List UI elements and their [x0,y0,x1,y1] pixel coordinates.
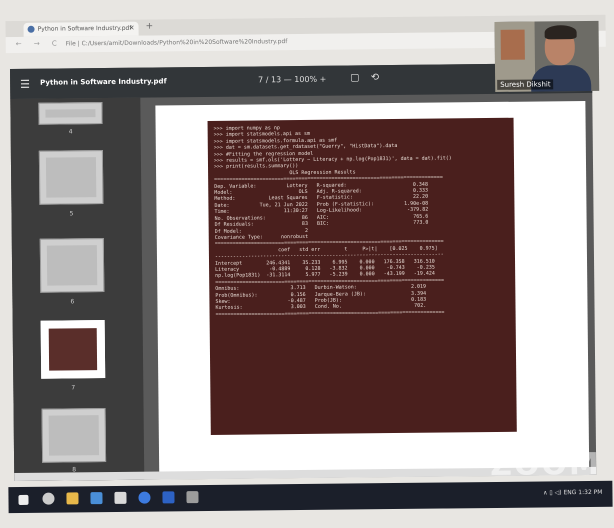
new-tab-button[interactable]: + [145,22,153,32]
zoom-watermark: ZOOM [489,446,601,484]
background-shelf [500,29,525,60]
thumbnail-number: 4 [68,128,73,136]
thumbnail-sidebar: 4 5 6 7 8 [10,97,145,482]
pdf-tab-icon [27,25,35,33]
person-hair [544,25,577,40]
system-tray[interactable]: ∧ ▯ ◁) ENG 1:32 PM [543,489,602,497]
windows-start-icon[interactable] [18,494,29,505]
page-thumbnail[interactable] [41,408,107,463]
screen: Python in Software Industry.pdf × + ← → … [0,0,614,528]
thumbnail-number: 6 [70,298,75,306]
pdf-page: >>> import numpy as np >>> import statsmo… [155,101,590,480]
search-icon[interactable] [42,492,55,505]
page-thumbnail-selected[interactable] [40,320,106,379]
store-icon[interactable] [90,492,103,505]
menu-icon[interactable]: ☰ [20,78,30,91]
fit-rotate-icons[interactable]: ▢ ⟲ [350,72,383,83]
thumbnail-number: 5 [69,210,74,218]
browser-tab[interactable]: Python in Software Industry.pdf × [23,21,139,37]
url-field[interactable]: File | C:/Users/amit/Downloads/Python%20… [66,38,288,47]
tab-title: Python in Software Industry.pdf [37,24,132,33]
windows-taskbar: ∧ ▯ ◁) ENG 1:32 PM [8,480,613,514]
zoom-app-icon[interactable] [162,491,175,504]
page-thumbnail[interactable] [38,102,103,125]
document-title: Python in Software Industry.pdf [40,77,167,87]
page-zoom-controls[interactable]: 7 / 13 — 100% + [258,75,326,85]
app-icon[interactable] [114,491,127,504]
participant-name: Suresh Dikshit [497,79,554,90]
browser-icon[interactable] [138,491,151,504]
page-thumbnail[interactable] [38,150,104,205]
app-icon[interactable] [186,491,199,504]
page-thumbnail[interactable] [39,238,105,293]
webcam-video: Suresh Dikshit [494,20,600,92]
thumbnail-number: 7 [71,384,76,392]
pdf-viewer: ☰ Python in Software Industry.pdf 7 / 13… [9,62,597,482]
navigation-buttons[interactable]: ← → C [16,39,62,47]
file-explorer-icon[interactable] [66,492,79,505]
terminal-screenshot: >>> import numpy as np >>> import statsmo… [207,117,517,435]
close-icon[interactable]: × [129,24,135,32]
